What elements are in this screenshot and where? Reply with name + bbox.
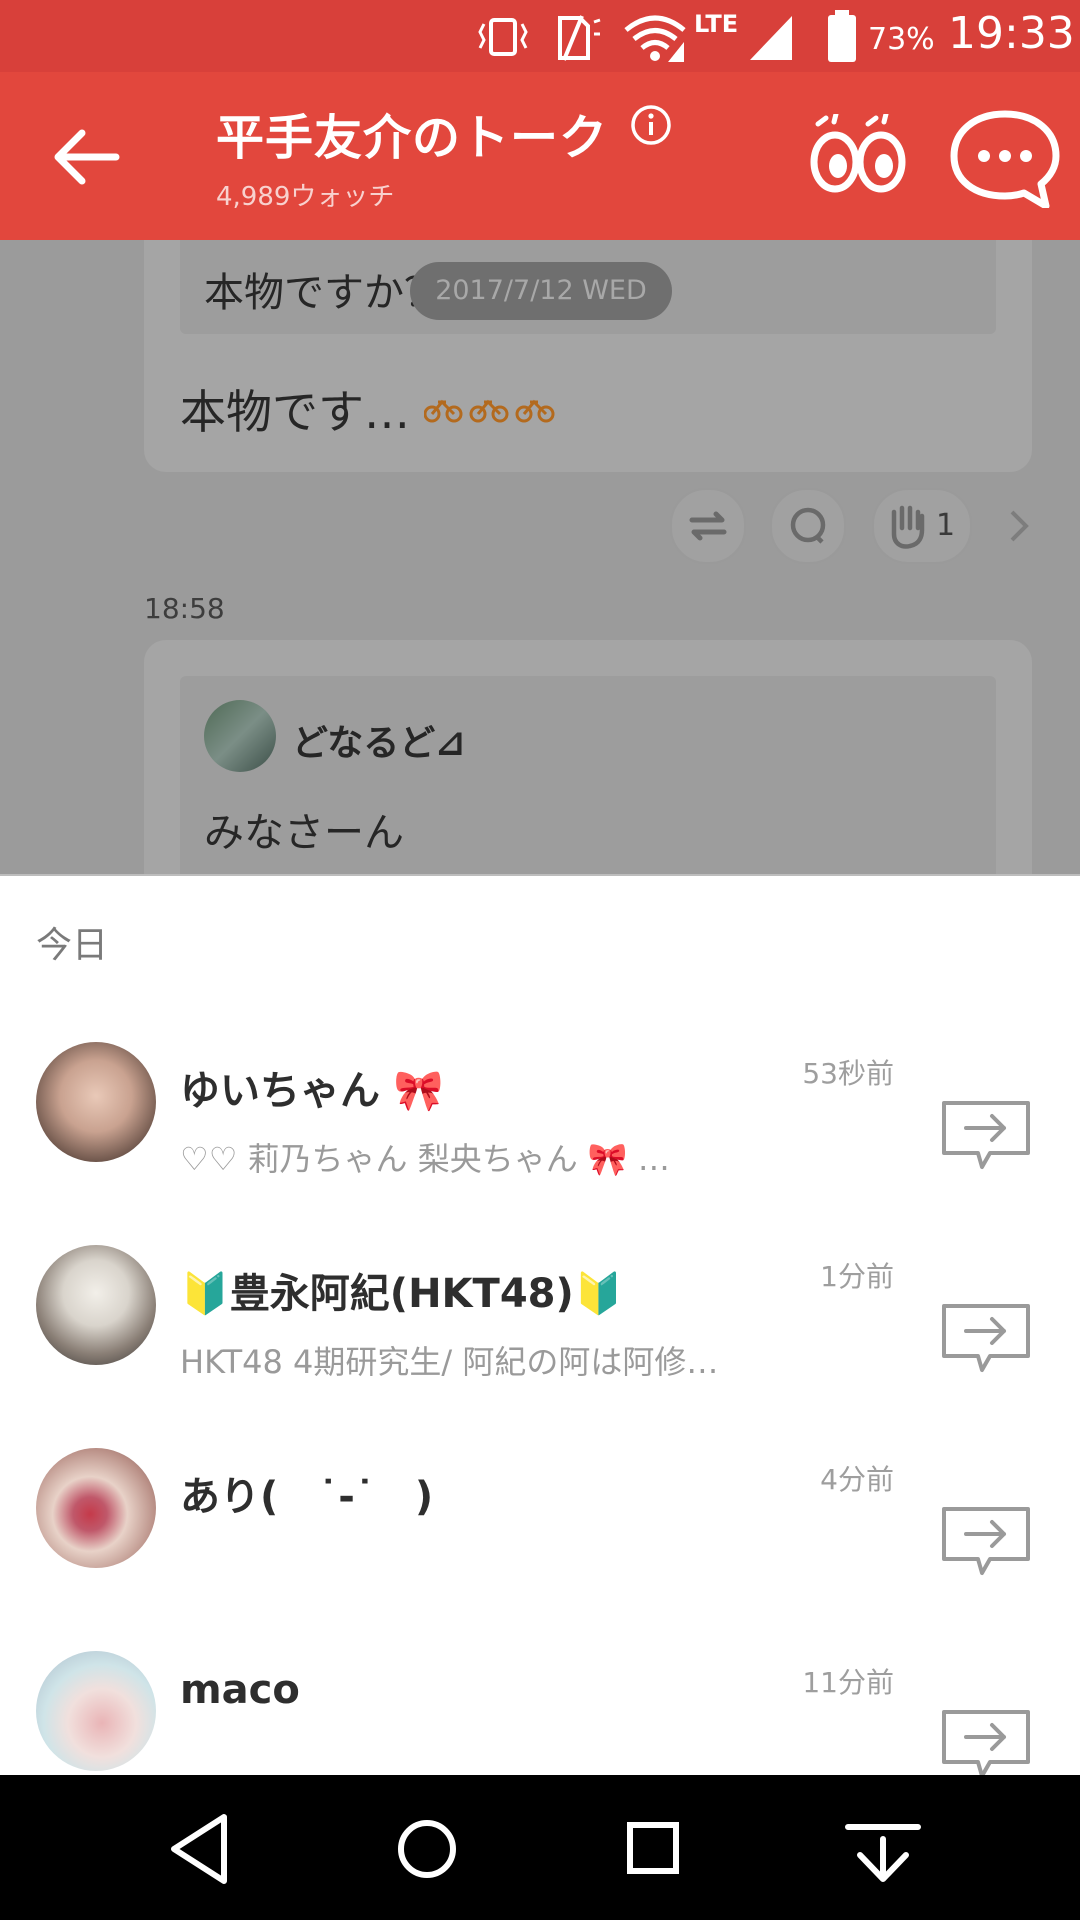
home-circle-icon[interactable] [382, 1809, 472, 1889]
quote-body-text: みなさーん [204, 810, 404, 856]
lte-icon: LTE [694, 10, 739, 38]
user-name: あり( ˙-˙ ) [180, 1474, 434, 1520]
user-bio: HKT48 4期研究生/ 阿紀の阿は阿修… [180, 1343, 719, 1381]
share-arrow-icon[interactable] [940, 1503, 1032, 1583]
time-ago: 11分前 [802, 1666, 894, 1699]
section-label: 今日 [36, 925, 109, 966]
no-sim-icon [558, 15, 601, 61]
message-text: 本物です… [180, 385, 410, 439]
signal-icon [750, 16, 792, 60]
page-title: 平手友介のトーク [216, 110, 609, 166]
repost-icon [689, 511, 727, 541]
avatar[interactable] [36, 1448, 156, 1568]
battery-icon [828, 10, 856, 62]
share-arrow-icon[interactable] [940, 1300, 1032, 1380]
avatar[interactable] [36, 1651, 156, 1771]
info-icon[interactable] [630, 104, 672, 146]
time-ago: 53秒前 [802, 1057, 894, 1090]
watch-count: 4,989ウォッチ [216, 182, 395, 212]
avatar[interactable] [36, 1245, 156, 1365]
quote-author-avatar[interactable] [204, 700, 276, 772]
user-bio: ♡♡ 莉乃ちゃん 梨央ちゃん 🎀 … [180, 1140, 670, 1178]
reaction-count: 1 [936, 508, 956, 543]
date-pill: 2017/7/12 WED [410, 262, 672, 320]
eyes-icon[interactable] [808, 114, 908, 194]
quote-author-name: どなるど⊿ [292, 723, 466, 764]
list-item[interactable]: ゆいちゃん 🎀 ♡♡ 莉乃ちゃん 梨央ちゃん 🎀 … 53秒前 [0, 1042, 1080, 1245]
bicycle-emoji-icon [424, 399, 555, 423]
chevron-right-icon[interactable] [1004, 506, 1034, 546]
comment-bubble-icon [790, 507, 826, 544]
repost-button[interactable] [670, 488, 746, 564]
user-name: ゆいちゃん 🎀 [180, 1068, 444, 1114]
clock-time: 19:33 [948, 8, 1075, 59]
user-name: 🔰豊永阿紀(HKT48)🔰 [180, 1271, 624, 1317]
time-ago: 4分前 [820, 1463, 894, 1496]
system-nav-bar [0, 1775, 1080, 1920]
time-ago: 1分前 [820, 1260, 894, 1293]
list-item[interactable]: あり( ˙-˙ ) 4分前 [0, 1448, 1080, 1651]
list-item[interactable]: 🔰豊永阿紀(HKT48)🔰 HKT48 4期研究生/ 阿紀の阿は阿修… 1分前 [0, 1245, 1080, 1448]
clap-hand-icon [891, 505, 925, 549]
dimmed-chat-background[interactable]: 本物ですか？😺 2017/7/12 WED 本物です… 1 18:58 どなるど… [0, 240, 1080, 876]
status-bar: LTE 73% 19:33 [0, 0, 1080, 72]
vibrate-icon [478, 18, 528, 56]
chat-bubble-icon[interactable] [946, 108, 1064, 208]
message-time: 18:58 [144, 592, 225, 625]
wifi-icon [624, 15, 686, 62]
clap-button[interactable] [872, 488, 972, 564]
battery-percent: 73% [868, 22, 935, 57]
recents-square-icon[interactable] [608, 1809, 698, 1889]
avatar[interactable] [36, 1042, 156, 1162]
user-name: maco [180, 1667, 300, 1713]
notification-pull-icon[interactable] [838, 1809, 928, 1889]
watchers-sheet: 今日 ゆいちゃん 🎀 ♡♡ 莉乃ちゃん 梨央ちゃん 🎀 … 53秒前 🔰豊永阿紀… [0, 876, 1080, 1775]
share-arrow-icon[interactable] [940, 1097, 1032, 1177]
talk-header: 平手友介のトーク 4,989ウォッチ [0, 72, 1080, 240]
reply-button[interactable] [770, 488, 846, 564]
list-item[interactable]: maco 11分前 [0, 1651, 1080, 1775]
back-arrow-icon[interactable] [44, 114, 130, 200]
back-triangle-icon[interactable] [158, 1809, 248, 1889]
share-arrow-icon[interactable] [940, 1706, 1032, 1775]
